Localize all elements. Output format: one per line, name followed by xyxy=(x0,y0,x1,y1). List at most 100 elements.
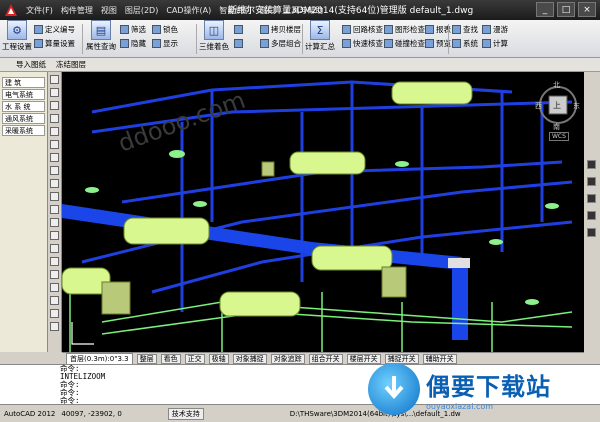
viewcube-top[interactable]: 上 xyxy=(553,100,561,111)
arc-tool-icon[interactable] xyxy=(50,127,59,136)
showmotion-icon[interactable] xyxy=(586,228,596,237)
multi-floor-button[interactable]: 多层组合 xyxy=(260,38,301,49)
view-cube[interactable]: 北 南 西 东 上 WCS xyxy=(533,80,583,141)
define-number-button[interactable]: 定义编号 xyxy=(34,24,75,35)
3d-shading-button[interactable]: ◫ 三维着色 xyxy=(199,20,229,52)
find-button[interactable]: 查找 xyxy=(452,24,478,35)
viewcube-south[interactable]: 南 xyxy=(553,122,560,132)
show-button[interactable]: 显示 xyxy=(152,38,178,49)
properties-icon: ▤ xyxy=(91,20,111,40)
sum-icon: Σ xyxy=(310,20,330,40)
point-tool-icon[interactable] xyxy=(50,192,59,201)
app-logo-icon[interactable] xyxy=(2,2,20,18)
show-icon xyxy=(152,39,161,48)
model-viewport[interactable]: ddooo.com xyxy=(62,72,584,352)
circle-tool-icon[interactable] xyxy=(50,140,59,149)
project-settings-button[interactable]: ⚙ 工程设置 xyxy=(2,20,32,52)
menu-view[interactable]: 视图 xyxy=(101,5,117,16)
wcs-menu[interactable]: WCS xyxy=(549,132,569,141)
orbit-icon[interactable] xyxy=(586,211,596,220)
mirror-tool-icon[interactable] xyxy=(50,283,59,292)
viewcube-east[interactable]: 东 xyxy=(573,101,580,111)
view-pan-button[interactable] xyxy=(234,38,245,49)
hide-button[interactable]: 隐藏 xyxy=(120,38,146,49)
text-tool-icon[interactable] xyxy=(50,244,59,253)
quick-check-button[interactable]: 快速核查 xyxy=(342,38,383,49)
menu-component-manage[interactable]: 构件管理 xyxy=(61,5,93,16)
loop-check-button[interactable]: 回路核查 xyxy=(342,24,383,35)
tree-item-water[interactable]: 水 系 统 xyxy=(2,101,45,112)
insert-block-icon[interactable] xyxy=(50,179,59,188)
system-button[interactable]: 系统 xyxy=(452,38,478,49)
cursor-coordinates: 40097, -23902, 0 xyxy=(61,409,122,418)
property-query-button[interactable]: ▤ 属性查询 xyxy=(86,20,116,52)
region-tool-icon[interactable] xyxy=(50,218,59,227)
graphic-check-label: 图形检查 xyxy=(395,25,425,34)
polyline-tool-icon[interactable] xyxy=(50,88,59,97)
calculate-summary-button[interactable]: Σ 计算汇总 xyxy=(305,20,335,52)
menu-cad-operation[interactable]: CAD操作(A) xyxy=(166,5,211,16)
tech-support-button[interactable]: 技术支持 xyxy=(167,407,204,420)
graphic-check-button[interactable]: 图形检查 xyxy=(384,24,425,35)
tree-item-heating[interactable]: 采暖系统 xyxy=(2,125,45,136)
close-button[interactable]: × xyxy=(578,2,596,17)
menu-layer[interactable]: 图层(2D) xyxy=(125,5,159,16)
rotate-tool-icon[interactable] xyxy=(50,309,59,318)
ellipse-tool-icon[interactable] xyxy=(50,166,59,175)
line-tool-icon[interactable] xyxy=(50,75,59,84)
color-toggle[interactable]: 看色 xyxy=(160,353,181,364)
system-tree-panel: 建 筑 电气系统 水 系 统 通风系统 采暖系统 xyxy=(0,72,48,352)
watermark-brand: 偶要下载站 xyxy=(426,373,551,401)
ribbon-divider xyxy=(448,24,449,54)
ucs-icon xyxy=(71,322,94,345)
copy-floor-button[interactable]: 拷贝楼层 xyxy=(260,24,301,35)
collision-check-label: 碰撞检查 xyxy=(395,39,425,48)
import-drawing-button[interactable]: 导入图纸 xyxy=(16,59,46,70)
erase-tool-icon[interactable] xyxy=(50,257,59,266)
calc-settings-button[interactable]: 算量设置 xyxy=(34,38,75,49)
object-snap-toggle[interactable]: 对象捕捉 xyxy=(232,353,267,364)
filter-label: 筛选 xyxy=(131,25,146,34)
steering-wheel-icon[interactable] xyxy=(586,160,596,169)
ortho-toggle[interactable]: 正交 xyxy=(184,353,205,364)
rotate-icon xyxy=(234,25,243,34)
polygon-tool-icon[interactable] xyxy=(50,101,59,110)
table-tool-icon[interactable] xyxy=(50,231,59,240)
whole-floor-toggle[interactable]: 整层 xyxy=(136,353,157,364)
draw-tool-strip xyxy=(48,72,62,352)
tree-item-electrical[interactable]: 电气系统 xyxy=(2,89,45,100)
freeze-layer-button[interactable]: 冻结图层 xyxy=(56,59,86,70)
zoom-icon[interactable] xyxy=(586,194,596,203)
rectangle-tool-icon[interactable] xyxy=(50,114,59,123)
maximize-button[interactable]: □ xyxy=(557,2,575,17)
hatch-tool-icon[interactable] xyxy=(50,205,59,214)
filter-button[interactable]: 筛选 xyxy=(120,24,146,35)
collision-check-button[interactable]: 碰撞检查 xyxy=(384,38,425,49)
hide-label: 隐藏 xyxy=(131,39,146,48)
move-tool-icon[interactable] xyxy=(50,296,59,305)
pan-icon[interactable] xyxy=(586,177,596,186)
minimize-button[interactable]: _ xyxy=(536,2,554,17)
scale-tool-icon[interactable] xyxy=(50,322,59,331)
view-rotate-button[interactable] xyxy=(234,24,245,35)
menu-file[interactable]: 文件(F) xyxy=(26,5,53,16)
3d-shading-label: 三维着色 xyxy=(199,42,229,51)
group-switch-toggle[interactable]: 组合开关 xyxy=(308,353,343,364)
viewcube-west[interactable]: 西 xyxy=(535,101,542,111)
floor-grid-lines xyxy=(69,272,573,352)
copy-tool-icon[interactable] xyxy=(50,270,59,279)
navigation-bar xyxy=(586,160,596,260)
floor-selector[interactable]: 首层(0.3m):0"3.3 xyxy=(66,352,133,365)
tree-item-architecture[interactable]: 建 筑 xyxy=(2,77,45,88)
collision-icon xyxy=(384,39,393,48)
roam-button[interactable]: 漫游 xyxy=(482,24,508,35)
viewcube-north[interactable]: 北 xyxy=(553,80,560,90)
calculate-button[interactable]: 计算 xyxy=(482,38,508,49)
tree-item-ventilation[interactable]: 通风系统 xyxy=(2,113,45,124)
system-label: 系统 xyxy=(463,39,478,48)
project-settings-label: 工程设置 xyxy=(2,42,32,51)
spline-tool-icon[interactable] xyxy=(50,153,59,162)
lock-color-button[interactable]: 锁色 xyxy=(152,24,178,35)
polar-toggle[interactable]: 极轴 xyxy=(208,353,229,364)
object-track-toggle[interactable]: 对象追踪 xyxy=(270,353,305,364)
